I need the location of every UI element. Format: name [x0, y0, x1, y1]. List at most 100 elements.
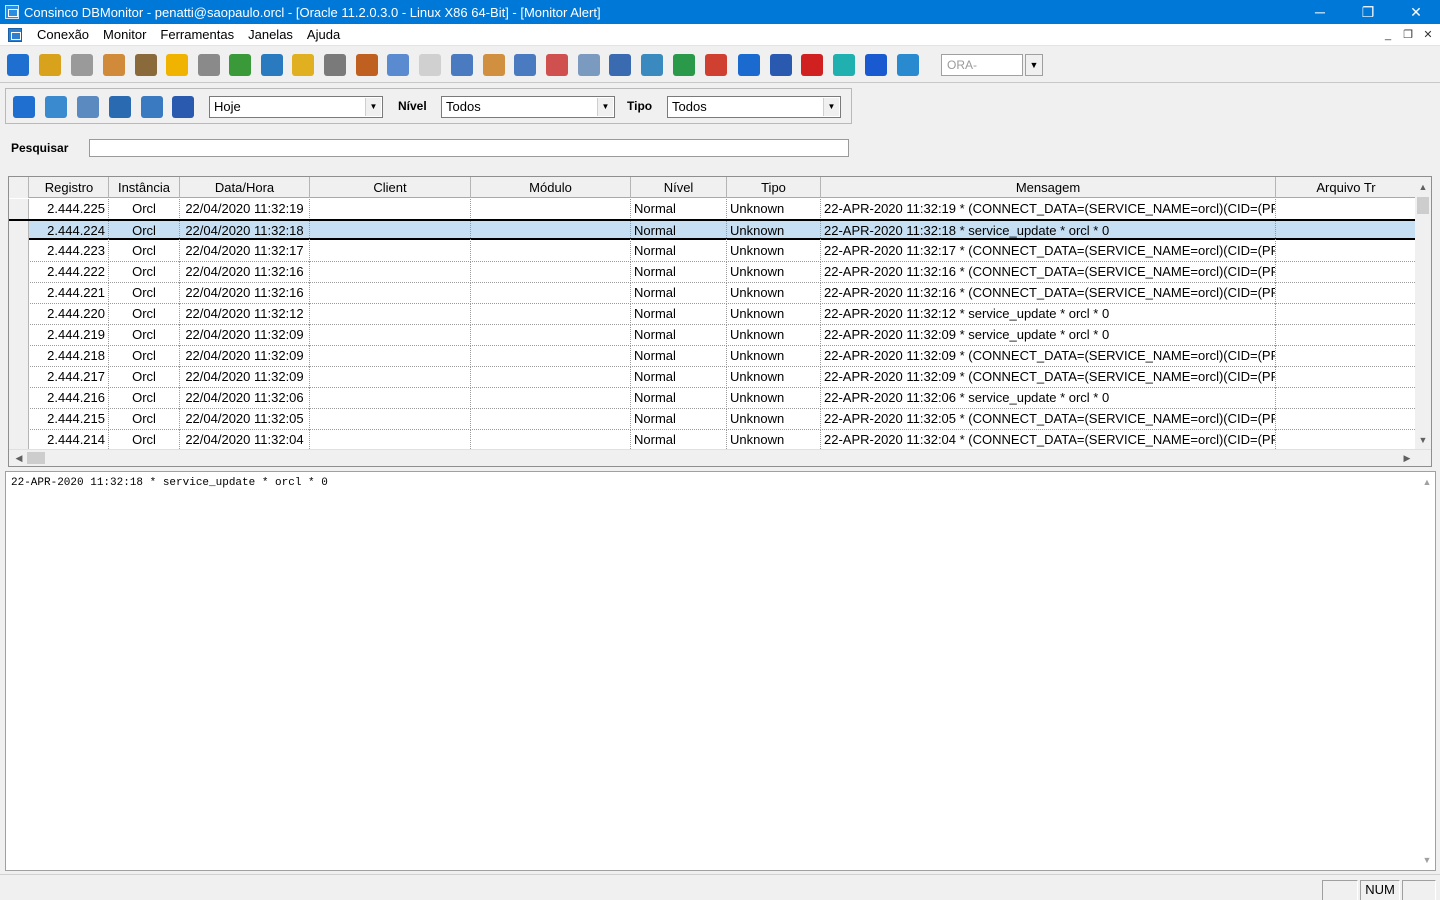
mdi-window-icon[interactable] — [8, 27, 22, 42]
menu-monitor[interactable]: Monitor — [96, 24, 153, 46]
row-indicator[interactable] — [9, 367, 29, 388]
report-button[interactable] — [447, 50, 477, 80]
info-button[interactable] — [734, 50, 764, 80]
table-red-button[interactable] — [542, 50, 572, 80]
column-header[interactable]: Módulo — [471, 177, 631, 198]
row-indicator[interactable] — [9, 346, 29, 367]
chevron-down-icon[interactable]: ▼ — [597, 98, 613, 116]
minimize-button[interactable]: ─ — [1296, 0, 1344, 24]
search-input[interactable] — [89, 139, 849, 157]
row-indicator[interactable] — [9, 262, 29, 283]
row-indicator[interactable] — [9, 430, 29, 451]
grid-vertical-scrollbar[interactable]: ▲ ▼ — [1415, 177, 1431, 450]
row-indicator[interactable] — [9, 199, 29, 220]
menu-janelas[interactable]: Janelas — [241, 24, 300, 46]
stop-button[interactable] — [797, 50, 827, 80]
scroll-down-icon[interactable]: ▼ — [1415, 432, 1431, 448]
table-row[interactable]: 2.444.215 Orcl 22/04/2020 11:32:05 Normal Un… — [9, 409, 1417, 430]
search-key-button[interactable] — [67, 50, 97, 80]
gear-button[interactable] — [829, 50, 859, 80]
magnify-button[interactable] — [42, 93, 70, 121]
table-row[interactable]: 2.444.223 Orcl 22/04/2020 11:32:17 Normal Un… — [9, 241, 1417, 262]
detail-vertical-scrollbar[interactable]: ▲ ▼ — [1419, 472, 1435, 870]
calendar-button[interactable] — [138, 93, 166, 121]
table-row[interactable]: 2.444.216 Orcl 22/04/2020 11:32:06 Normal Un… — [9, 388, 1417, 409]
ora-filter-input[interactable]: ORA- — [941, 54, 1023, 76]
refresh-button[interactable] — [74, 93, 102, 121]
row-indicator[interactable] — [9, 283, 29, 304]
save-button[interactable] — [106, 93, 134, 121]
objects-button[interactable] — [352, 50, 382, 80]
document-button[interactable] — [415, 50, 445, 80]
column-header[interactable]: Tipo — [727, 177, 821, 198]
star-button[interactable] — [162, 50, 192, 80]
exit-button[interactable] — [10, 93, 38, 121]
column-header[interactable]: Instância — [109, 177, 180, 198]
table-row[interactable]: 2.444.218 Orcl 22/04/2020 11:32:09 Normal Un… — [9, 346, 1417, 367]
scroll-thumb[interactable] — [27, 452, 45, 464]
clock-button[interactable] — [288, 50, 318, 80]
close-button[interactable]: ✕ — [1392, 0, 1440, 24]
table-row[interactable]: 2.444.225 Orcl 22/04/2020 11:32:19 Normal Un… — [9, 199, 1417, 220]
scroll-down-icon[interactable]: ▼ — [1419, 852, 1435, 868]
list-button[interactable] — [574, 50, 604, 80]
copy-button[interactable] — [383, 50, 413, 80]
menu-ferramentas[interactable]: Ferramentas — [153, 24, 241, 46]
chevron-down-icon[interactable]: ▼ — [823, 98, 839, 116]
menu-ajuda[interactable]: Ajuda — [300, 24, 347, 46]
session-button[interactable] — [257, 50, 287, 80]
scroll-up-icon[interactable]: ▲ — [1419, 474, 1435, 490]
help-button[interactable] — [893, 50, 923, 80]
users-button[interactable] — [637, 50, 667, 80]
table-row[interactable]: 2.444.217 Orcl 22/04/2020 11:32:09 Normal Un… — [9, 367, 1417, 388]
row-indicator[interactable] — [9, 409, 29, 430]
column-header[interactable]: Data/Hora — [180, 177, 310, 198]
row-indicator[interactable] — [9, 388, 29, 409]
table-row[interactable]: 2.444.221 Orcl 22/04/2020 11:32:16 Normal Un… — [9, 283, 1417, 304]
mdi-restore-button[interactable]: ❐ — [1400, 24, 1416, 46]
scroll-thumb[interactable] — [1417, 197, 1429, 214]
grid-button[interactable] — [169, 93, 197, 121]
exit-button[interactable] — [3, 50, 33, 80]
key-button[interactable] — [35, 50, 65, 80]
row-indicator[interactable] — [9, 241, 29, 262]
nivel-select[interactable]: Todos ▼ — [441, 96, 615, 118]
row-indicator[interactable] — [9, 221, 29, 242]
table-row[interactable]: 2.444.219 Orcl 22/04/2020 11:32:09 Normal Un… — [9, 325, 1417, 346]
chart-button[interactable] — [669, 50, 699, 80]
column-header[interactable]: Mensagem — [821, 177, 1276, 198]
table-button[interactable] — [510, 50, 540, 80]
link-button[interactable] — [194, 50, 224, 80]
table-row[interactable]: 2.444.224 Orcl 22/04/2020 11:32:18 Normal Un… — [9, 219, 1417, 242]
period-select[interactable]: Hoje ▼ — [209, 96, 383, 118]
row-indicator[interactable] — [9, 325, 29, 346]
table-row[interactable]: 2.444.222 Orcl 22/04/2020 11:32:16 Normal Un… — [9, 262, 1417, 283]
column-header[interactable]: Client — [310, 177, 471, 198]
column-header[interactable]: Arquivo Tr — [1276, 177, 1417, 198]
restore-button[interactable]: ❐ — [1344, 0, 1392, 24]
tree-button[interactable] — [225, 50, 255, 80]
row-indicator[interactable] — [9, 304, 29, 325]
scroll-right-icon[interactable]: ▶ — [1399, 450, 1415, 466]
chevron-down-icon[interactable]: ▼ — [365, 98, 381, 116]
menu-conexao[interactable]: Conexão — [30, 24, 96, 46]
ora-filter-dropdown[interactable]: ▼ — [1025, 54, 1043, 76]
mdi-minimize-button[interactable]: _ — [1380, 24, 1396, 46]
calculator-button[interactable] — [766, 50, 796, 80]
column-header[interactable]: Nível — [631, 177, 727, 198]
message-detail-pane[interactable]: 22-APR-2020 11:32:18 * service_update * … — [5, 471, 1436, 871]
table-row[interactable]: 2.444.214 Orcl 22/04/2020 11:32:04 Normal Un… — [9, 430, 1417, 451]
mdi-close-button[interactable]: ✕ — [1420, 24, 1436, 46]
table-row[interactable]: 2.444.220 Orcl 22/04/2020 11:32:12 Normal Un… — [9, 304, 1417, 325]
user-button[interactable] — [99, 50, 129, 80]
edit-document-button[interactable] — [479, 50, 509, 80]
database-button[interactable] — [320, 50, 350, 80]
scroll-up-icon[interactable]: ▲ — [1415, 179, 1431, 195]
alarm-button[interactable] — [701, 50, 731, 80]
lock-button[interactable] — [131, 50, 161, 80]
scroll-left-icon[interactable]: ◀ — [11, 450, 27, 466]
grid-horizontal-scrollbar[interactable]: ◀ ▶ — [9, 449, 1431, 466]
column-header[interactable]: Registro — [30, 177, 109, 198]
monitor-button[interactable] — [605, 50, 635, 80]
tipo-select[interactable]: Todos ▼ — [667, 96, 841, 118]
